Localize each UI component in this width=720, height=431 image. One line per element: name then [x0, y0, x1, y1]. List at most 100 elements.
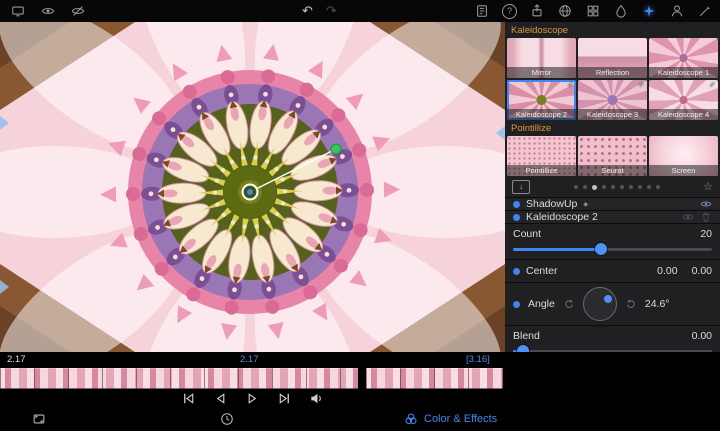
layer-color-dot — [513, 214, 520, 221]
effects-panel: Kaleidoscope Mirror Reflection Kaleidosc… — [505, 22, 720, 352]
layer-row-kaleidoscope-2[interactable]: Kaleidoscope 2 — [505, 210, 720, 223]
check-icon: ✓ — [567, 80, 574, 89]
effect-thumb-pointillize[interactable]: Pointillize — [507, 136, 576, 176]
count-label: Count — [513, 228, 541, 240]
pointillize-effect-grid: Pointillize Seurat Screen — [505, 136, 720, 176]
kaleidoscope-effect-grid: Mirror Reflection Kaleidoscope 1 ✓ Kaleid… — [505, 38, 720, 120]
undo-button[interactable]: ↶ — [302, 0, 313, 22]
account-icon[interactable] — [669, 3, 685, 19]
effect-label: Reflection — [578, 67, 647, 78]
angle-dial[interactable] — [583, 287, 617, 321]
blend-parameter: Blend 0.00 — [505, 325, 720, 352]
center-label: Center — [526, 265, 558, 277]
down-arrow-icon: ↓ — [519, 182, 523, 191]
kaleidoscope-frame — [0, 22, 505, 352]
globe-icon[interactable] — [557, 3, 573, 19]
effect-thumb-reflection[interactable]: Reflection — [578, 38, 647, 78]
top-toolbar: ↶ ↷ ? — [0, 0, 720, 22]
effect-label: Seurat — [578, 165, 647, 176]
total-duration: [3.16] — [466, 354, 490, 365]
effect-label: Kaleidoscope 2 — [507, 109, 576, 120]
angle-value[interactable]: 24.6° — [645, 298, 670, 310]
center-y-value[interactable]: 0.00 — [692, 265, 712, 277]
blend-slider-thumb[interactable] — [517, 345, 529, 352]
check-icon: ✓ — [709, 80, 716, 89]
play-button[interactable] — [245, 391, 260, 406]
app-window: ↶ ↷ ? — [0, 0, 720, 431]
rotate-cw-icon[interactable] — [625, 298, 637, 310]
angle-dial-dot[interactable] — [604, 295, 612, 303]
effect-label: Kaleidoscope 1 — [649, 67, 718, 78]
effect-label: Kaleidoscope 4 — [649, 109, 718, 120]
effect-thumb-kaleidoscope-4[interactable]: ✓ Kaleidoscope 4 — [649, 80, 718, 120]
delete-layer-trash-icon[interactable] — [700, 211, 712, 223]
help-glyph: ? — [507, 6, 512, 16]
color-effects-button[interactable]: Color & Effects — [404, 412, 497, 426]
share-icon[interactable] — [529, 3, 545, 19]
effects-pager: ↓ ☆ — [505, 176, 720, 197]
rotate-ccw-icon[interactable] — [563, 298, 575, 310]
help-icon[interactable]: ? — [502, 4, 517, 19]
panel-collapse-handle[interactable] — [496, 126, 505, 140]
blend-slider[interactable] — [513, 344, 712, 352]
layer-visibility-eye-icon[interactable] — [682, 211, 694, 223]
left-edge-handle-top[interactable] — [0, 116, 9, 130]
color-effects-label: Color & Effects — [424, 413, 497, 425]
previous-frame-button[interactable] — [181, 391, 196, 406]
redo-button[interactable]: ↷ — [326, 0, 337, 22]
blend-value: 0.00 — [692, 330, 712, 342]
import-effect-button[interactable]: ↓ — [512, 180, 530, 194]
magic-wand-icon[interactable] — [697, 3, 713, 19]
timing-clock-icon[interactable] — [220, 412, 234, 426]
layer-row-shadowup[interactable]: ShadowUp ◆ — [505, 197, 720, 210]
section-title-kaleidoscope: Kaleidoscope — [505, 22, 720, 38]
center-x-value[interactable]: 0.00 — [657, 265, 677, 277]
next-frame-button[interactable] — [277, 391, 292, 406]
playhead-time: 2.17 — [240, 354, 259, 365]
angle-control-handle — [331, 144, 341, 154]
project-list-icon[interactable] — [474, 3, 490, 19]
preview-eye-icon[interactable] — [40, 3, 56, 19]
count-parameter: Count 20 — [505, 223, 720, 259]
compare-eye-icon[interactable] — [70, 3, 86, 19]
filmstrip-clip-2[interactable] — [366, 368, 503, 389]
layer-visibility-eye-icon[interactable] — [700, 198, 712, 210]
color-wheel-icon — [404, 412, 418, 426]
effect-thumb-kaleidoscope-3[interactable]: ✓ Kaleidoscope 3 — [578, 80, 647, 120]
effect-label: Screen — [649, 165, 718, 176]
left-edge-handle-bottom[interactable] — [0, 280, 9, 294]
filmstrip-clip-1[interactable] — [0, 368, 358, 389]
keyframe-marker-icon: ◆ — [583, 201, 588, 208]
play-reverse-button[interactable] — [213, 391, 228, 406]
effect-thumb-mirror[interactable]: Mirror — [507, 38, 576, 78]
effect-thumb-screen[interactable]: Screen — [649, 136, 718, 176]
effect-thumb-kaleidoscope-1[interactable]: Kaleidoscope 1 — [649, 38, 718, 78]
effect-label: Kaleidoscope 3 — [578, 109, 647, 120]
layer-color-dot — [513, 201, 520, 208]
display-icon[interactable] — [10, 3, 26, 19]
blend-label: Blend — [513, 330, 540, 342]
count-slider[interactable] — [513, 242, 712, 256]
audio-mute-button[interactable] — [309, 391, 324, 406]
check-icon: ✓ — [638, 80, 645, 89]
clip-start-time: 2.17 — [7, 354, 26, 365]
apps-grid-icon[interactable] — [585, 3, 601, 19]
timeline-area: 2.17 2.17 [3.16] Color & Effects — [0, 352, 720, 431]
effect-thumb-seurat[interactable]: Seurat — [578, 136, 647, 176]
angle-label: Angle — [528, 298, 555, 310]
keyframe-dot[interactable] — [513, 268, 520, 275]
center-parameter[interactable]: Center 0.00 0.00 — [505, 259, 720, 282]
pager-dots[interactable] — [536, 185, 697, 190]
video-preview[interactable] — [0, 22, 505, 352]
effects-icon[interactable] — [641, 3, 657, 19]
count-slider-thumb[interactable] — [595, 243, 607, 255]
count-value: 20 — [700, 228, 712, 240]
favorites-star-icon[interactable]: ☆ — [703, 182, 713, 193]
keyframe-dot[interactable] — [513, 301, 520, 308]
layer-name: ShadowUp — [526, 198, 577, 210]
frame-fit-icon[interactable] — [32, 412, 46, 426]
color-drop-icon[interactable] — [613, 3, 629, 19]
layer-name: Kaleidoscope 2 — [526, 211, 598, 223]
bottom-toolbar: Color & Effects — [0, 410, 720, 431]
effect-thumb-kaleidoscope-2[interactable]: ✓ Kaleidoscope 2 — [507, 80, 576, 120]
